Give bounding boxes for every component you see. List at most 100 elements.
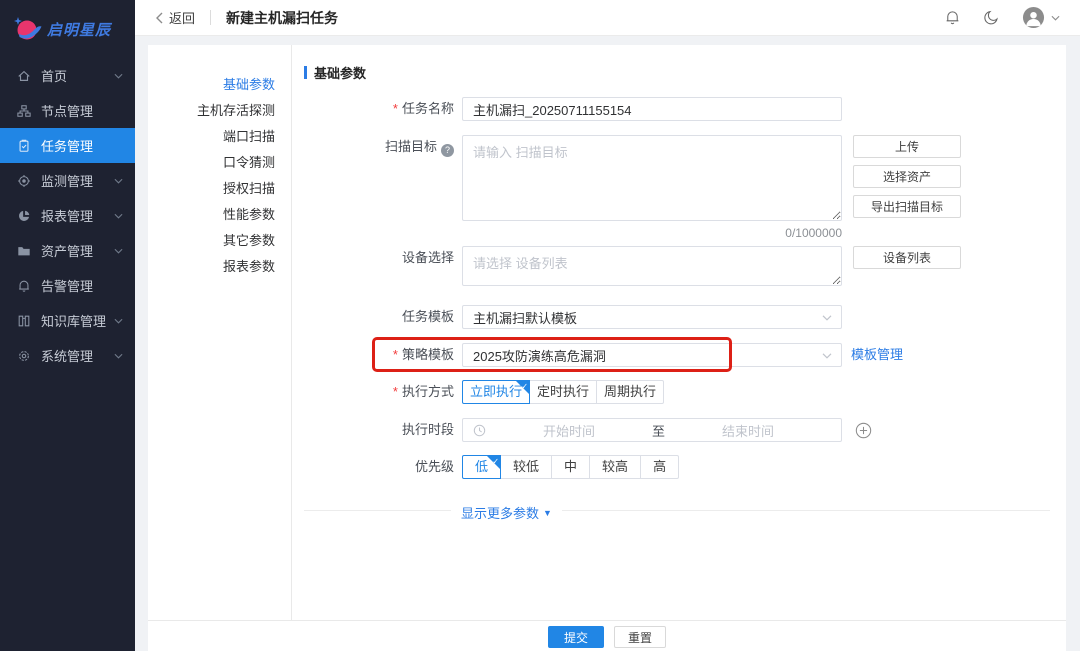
section-accent-bar — [304, 66, 307, 79]
chevron-left-icon — [155, 12, 163, 24]
asset-management-icon — [17, 244, 31, 258]
show-more-params-link[interactable]: 显示更多参数 ▼ — [451, 503, 562, 522]
sidebar-item-label: 任务管理 — [41, 136, 123, 155]
node-management-icon — [17, 104, 31, 118]
submit-button[interactable]: 提交 — [548, 626, 604, 648]
exec-period-row: 执行时段 开始时间 至 结束时间 — [304, 418, 1050, 442]
required-marker: * — [393, 384, 398, 399]
more-params-divider: 显示更多参数 ▼ — [304, 503, 1050, 517]
policy-template-label: *策略模板 — [304, 343, 454, 367]
dark-mode-moon-icon[interactable] — [983, 9, 1000, 26]
priority-higher-option[interactable]: 较高 — [589, 455, 641, 479]
device-select-label: 设备选择 — [304, 246, 454, 270]
knowledge-base-icon — [17, 314, 31, 328]
divider-line — [304, 510, 1050, 511]
time-range-input[interactable]: 开始时间 至 结束时间 — [462, 418, 842, 442]
form-panel: 基础参数 主机存活探测 端口扫描 口令猜测 授权扫描 性能参数 其它参数 报表参… — [148, 45, 1066, 651]
task-management-icon — [17, 139, 31, 153]
add-period-button[interactable] — [855, 418, 872, 442]
task-name-input[interactable] — [462, 97, 842, 121]
char-counter: 0/1000000 — [462, 226, 842, 240]
sidebar-item-monitoring[interactable]: 监测管理 — [0, 163, 135, 198]
sidebar-item-home[interactable]: 首页 — [0, 58, 135, 93]
topbar-actions — [944, 6, 1060, 29]
chevron-down-icon — [822, 315, 832, 321]
chevron-down-icon — [114, 353, 123, 359]
exec-mode-row: *执行方式 立即执行 定时执行 周期执行 — [304, 380, 1050, 404]
chevron-down-icon — [114, 73, 123, 79]
select-asset-button[interactable]: 选择资产 — [853, 165, 961, 188]
time-separator: 至 — [652, 421, 665, 440]
device-select-row: 设备选择 设备列表 — [304, 246, 1050, 289]
device-buttons: 设备列表 — [853, 246, 961, 269]
sidebar-item-label: 知识库管理 — [41, 311, 114, 330]
content: 基础参数 主机存活探测 端口扫描 口令猜测 授权扫描 性能参数 其它参数 报表参… — [135, 36, 1080, 651]
sidebar-item-label: 节点管理 — [41, 101, 123, 120]
basic-params-form: 基础参数 *任务名称 — [292, 45, 1066, 620]
tab-port-scan[interactable]: 端口扫描 — [148, 124, 291, 150]
device-select-textarea[interactable] — [462, 246, 842, 286]
back-button[interactable]: 返回 — [155, 8, 195, 27]
tab-password-guess[interactable]: 口令猜测 — [148, 150, 291, 176]
priority-medium-option[interactable]: 中 — [551, 455, 590, 479]
chevron-down-icon — [114, 213, 123, 219]
priority-row: 优先级 低 较低 中 较高 高 — [304, 455, 1050, 479]
tab-report-params[interactable]: 报表参数 — [148, 254, 291, 280]
exec-period-label: 执行时段 — [304, 418, 454, 442]
chevron-down-icon — [114, 178, 123, 184]
tab-performance-params[interactable]: 性能参数 — [148, 202, 291, 228]
topbar: 返回 新建主机漏扫任务 — [135, 0, 1080, 36]
tab-other-params[interactable]: 其它参数 — [148, 228, 291, 254]
tab-authorized-scan[interactable]: 授权扫描 — [148, 176, 291, 202]
user-menu[interactable] — [1022, 6, 1060, 29]
tab-basic-params[interactable]: 基础参数 — [148, 72, 291, 98]
topbar-divider — [210, 10, 211, 25]
brand-name: 启明星辰 — [47, 19, 111, 40]
task-template-select[interactable]: 主机漏扫默认模板 — [462, 305, 842, 329]
priority-high-option[interactable]: 高 — [640, 455, 679, 479]
sidebar-item-label: 告警管理 — [41, 276, 123, 295]
device-list-button[interactable]: 设备列表 — [853, 246, 961, 269]
sidebar-item-assets[interactable]: 资产管理 — [0, 233, 135, 268]
report-management-icon — [17, 209, 31, 223]
monitor-management-icon — [17, 174, 31, 188]
priority-label: 优先级 — [304, 455, 454, 479]
exec-mode-label: *执行方式 — [304, 380, 454, 404]
chevron-down-icon — [1051, 15, 1060, 21]
chevron-down-icon — [114, 248, 123, 254]
brand-logo: 启明星辰 — [0, 0, 135, 58]
plus-circle-icon — [855, 422, 872, 439]
sidebar-item-tasks[interactable]: 任务管理 — [0, 128, 135, 163]
policy-template-select[interactable]: 2025攻防演练高危漏洞 — [462, 343, 842, 367]
priority-lower-option[interactable]: 较低 — [500, 455, 552, 479]
scan-target-textarea[interactable] — [462, 135, 842, 221]
exec-immediate-option[interactable]: 立即执行 — [462, 380, 530, 404]
task-template-row: 任务模板 主机漏扫默认模板 — [304, 305, 1050, 329]
sidebar-item-reports[interactable]: 报表管理 — [0, 198, 135, 233]
scan-target-row: 扫描目标? 0/1000000 上传 选择资产 导出扫描目标 — [304, 135, 1050, 240]
sidebar-item-label: 监测管理 — [41, 171, 114, 190]
template-manage-link[interactable]: 模板管理 — [851, 343, 903, 367]
sidebar-item-alerts[interactable]: 告警管理 — [0, 268, 135, 303]
upload-button[interactable]: 上传 — [853, 135, 961, 158]
back-label: 返回 — [169, 8, 195, 27]
export-scan-target-button[interactable]: 导出扫描目标 — [853, 195, 961, 218]
task-name-label: *任务名称 — [304, 97, 454, 121]
sidebar-item-nodes[interactable]: 节点管理 — [0, 93, 135, 128]
help-icon[interactable]: ? — [441, 144, 454, 157]
exec-periodic-option[interactable]: 周期执行 — [596, 380, 664, 404]
sidebar-item-knowledge-base[interactable]: 知识库管理 — [0, 303, 135, 338]
priority-low-option[interactable]: 低 — [462, 455, 501, 479]
end-time-placeholder: 结束时间 — [665, 421, 831, 440]
exec-scheduled-option[interactable]: 定时执行 — [529, 380, 597, 404]
chevron-down-icon — [114, 318, 123, 324]
sidebar-item-system[interactable]: 系统管理 — [0, 338, 135, 373]
app-window: 启明星辰 首页 节点管理 任务管理 监测管理 — [0, 0, 1080, 651]
main-area: 返回 新建主机漏扫任务 — [135, 0, 1080, 651]
gear-icon — [17, 349, 31, 363]
reset-button[interactable]: 重置 — [614, 626, 666, 648]
sidebar-item-label: 报表管理 — [41, 206, 114, 225]
tab-host-alive-detection[interactable]: 主机存活探测 — [148, 98, 291, 124]
priority-group: 低 较低 中 较高 高 — [462, 455, 679, 479]
notification-bell-icon[interactable] — [944, 9, 961, 26]
